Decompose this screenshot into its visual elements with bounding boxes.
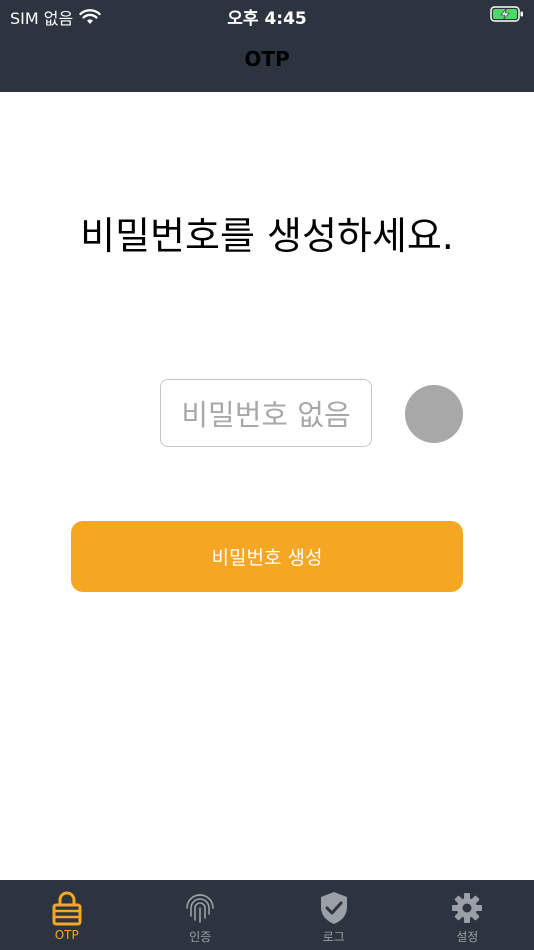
fingerprint-icon xyxy=(186,894,215,923)
generate-prompt-heading: 비밀번호를 생성하세요. xyxy=(80,214,454,258)
tab-label: 설정 xyxy=(456,930,479,944)
tab-label: 로그 xyxy=(322,930,345,944)
generate-password-button[interactable]: 비밀번호 생성 xyxy=(71,521,463,592)
tab-settings[interactable]: 설정 xyxy=(401,880,534,950)
tab-bar: OTP 인증 로그 설정 xyxy=(0,880,534,950)
lock-icon xyxy=(52,891,82,926)
battery-charging-icon xyxy=(490,6,523,22)
password-display-field: 비밀번호 없음 xyxy=(160,379,372,447)
tab-log[interactable]: 로그 xyxy=(267,880,401,950)
tab-auth[interactable]: 인증 xyxy=(134,880,268,950)
header: SIM 없음 오후 4:45 OTP xyxy=(0,0,534,92)
tab-label: OTP xyxy=(54,928,79,942)
timer-indicator xyxy=(405,385,463,443)
status-bar: SIM 없음 오후 4:45 xyxy=(0,0,534,30)
status-time: 오후 4:45 xyxy=(227,9,307,29)
page-title: OTP xyxy=(244,47,290,71)
tab-label: 인증 xyxy=(189,930,212,944)
shield-check-icon xyxy=(320,892,347,924)
tab-otp[interactable]: OTP xyxy=(0,880,134,950)
gear-icon xyxy=(452,893,483,923)
